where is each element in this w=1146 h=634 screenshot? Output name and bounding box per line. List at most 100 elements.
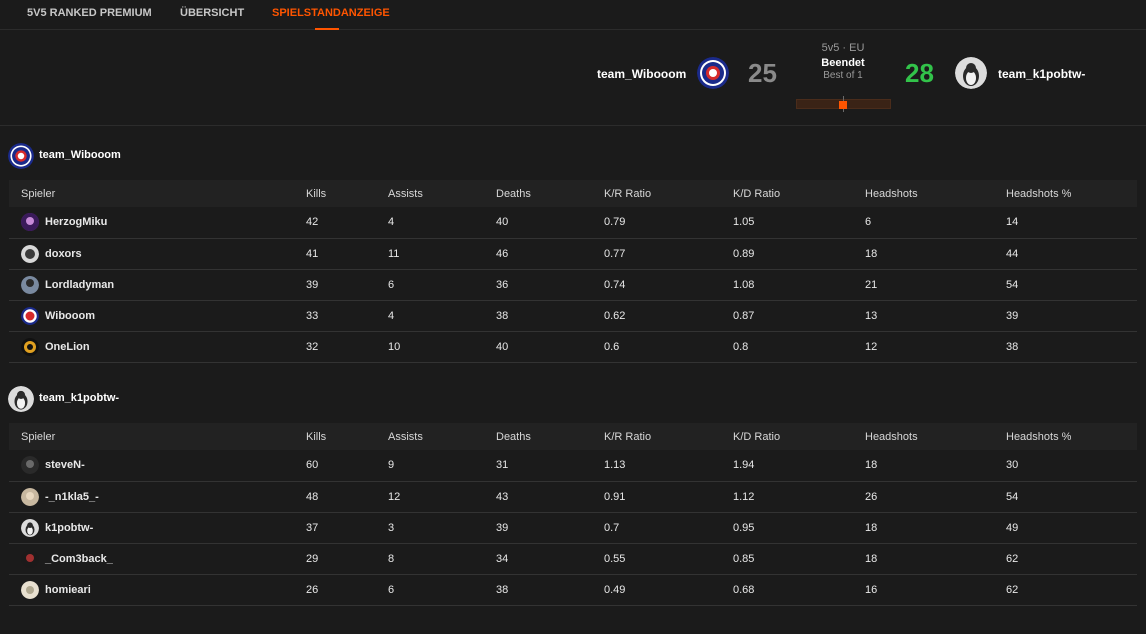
stat-headshots-pct: 62 (1006, 574, 1137, 606)
stat-deaths: 34 (496, 543, 604, 575)
player-name: -_n1kla5_- (45, 490, 99, 503)
column-header-deaths[interactable]: Deaths (496, 423, 604, 450)
player-avatar (21, 549, 39, 568)
column-header-assists[interactable]: Assists (388, 423, 496, 450)
tab-5v5-ranked-premium[interactable]: 5V5 RANKED PREMIUM (27, 0, 152, 30)
stat-headshots: 21 (865, 269, 1006, 301)
stat-deaths: 36 (496, 269, 604, 301)
player-name: homieari (45, 583, 91, 596)
progress-marker (839, 101, 847, 109)
column-header-kd-ratio[interactable]: K/D Ratio (733, 180, 865, 207)
stat-headshots: 6 (865, 207, 1006, 239)
stat-headshots-pct: 30 (1006, 450, 1137, 482)
tab-uebersicht[interactable]: ÜBERSICHT (180, 0, 244, 30)
stat-deaths: 40 (496, 207, 604, 239)
column-header-headshots[interactable]: Headshots (865, 423, 1006, 450)
match-progress-bar (796, 96, 891, 112)
table-row: -_n1kla5_- 48 12 43 0.91 1.12 26 54 (9, 481, 1137, 513)
team1-score: 25 (748, 58, 777, 88)
stat-kills: 42 (306, 207, 388, 239)
player-name: Wibooom (45, 309, 95, 322)
stat-kr-ratio: 0.77 (604, 238, 733, 270)
player-avatar (21, 580, 39, 599)
table-header-row: Spieler Kills Assists Deaths K/R Ratio K… (9, 423, 1137, 450)
stat-headshots-pct: 44 (1006, 238, 1137, 270)
player-avatar (21, 518, 39, 537)
stat-kr-ratio: 0.6 (604, 331, 733, 363)
stat-headshots: 18 (865, 450, 1006, 482)
match-format: Best of 1 (823, 70, 863, 81)
stat-headshots-pct: 54 (1006, 269, 1137, 301)
column-header-kd-ratio[interactable]: K/D Ratio (733, 423, 865, 450)
column-header-deaths[interactable]: Deaths (496, 180, 604, 207)
player-cell[interactable]: -_n1kla5_- (9, 481, 306, 513)
column-header-assists[interactable]: Assists (388, 180, 496, 207)
player-cell[interactable]: steveN- (9, 450, 306, 482)
stat-kills: 29 (306, 543, 388, 575)
column-header-spieler[interactable]: Spieler (9, 180, 306, 207)
player-avatar (21, 275, 39, 294)
match-mode: 5v5 · EU (821, 42, 865, 54)
stat-assists: 6 (388, 269, 496, 301)
tab-spielstandanzeige[interactable]: SPIELSTANDANZEIGE (272, 0, 390, 30)
player-name: doxors (45, 247, 82, 260)
table-row: HerzogMiku 42 4 40 0.79 1.05 6 14 (9, 207, 1137, 239)
stat-deaths: 31 (496, 450, 604, 482)
team1-name[interactable]: team_Wibooom (597, 67, 686, 81)
stat-kd-ratio: 1.12 (733, 481, 865, 513)
stat-headshots: 18 (865, 238, 1006, 270)
player-cell[interactable]: Lordladyman (9, 269, 306, 301)
stat-kd-ratio: 1.05 (733, 207, 865, 239)
stat-headshots-pct: 39 (1006, 300, 1137, 332)
column-header-kr-ratio[interactable]: K/R Ratio (604, 423, 733, 450)
table-row: Lordladyman 39 6 36 0.74 1.08 21 54 (9, 269, 1137, 301)
player-avatar (21, 244, 39, 263)
match-score-header: team_Wibooom 25 5v5 · EU Beendet Best of… (0, 30, 1146, 126)
stat-kd-ratio: 1.94 (733, 450, 865, 482)
column-header-kills[interactable]: Kills (306, 423, 388, 450)
player-cell[interactable]: HerzogMiku (9, 207, 306, 239)
team2-name[interactable]: team_k1pobtw- (998, 67, 1085, 81)
player-cell[interactable]: _Com3back_ (9, 543, 306, 575)
stat-headshots: 26 (865, 481, 1006, 513)
stat-assists: 3 (388, 512, 496, 544)
player-name: _Com3back_ (45, 552, 113, 565)
player-cell[interactable]: homieari (9, 574, 306, 606)
stat-deaths: 46 (496, 238, 604, 270)
table-row: homieari 26 6 38 0.49 0.68 16 62 (9, 574, 1137, 606)
stat-headshots-pct: 54 (1006, 481, 1137, 513)
player-cell[interactable]: Wibooom (9, 300, 306, 332)
top-tab-bar: 5V5 RANKED PREMIUM ÜBERSICHT SPIELSTANDA… (0, 0, 1146, 30)
stat-headshots: 18 (865, 512, 1006, 544)
column-header-headshots[interactable]: Headshots (865, 180, 1006, 207)
stat-kr-ratio: 0.7 (604, 512, 733, 544)
stat-kills: 32 (306, 331, 388, 363)
player-cell[interactable]: OneLion (9, 331, 306, 363)
stat-deaths: 38 (496, 574, 604, 606)
stat-kd-ratio: 1.08 (733, 269, 865, 301)
stat-assists: 6 (388, 574, 496, 606)
stat-kd-ratio: 0.95 (733, 512, 865, 544)
stat-headshots-pct: 38 (1006, 331, 1137, 363)
column-header-spieler[interactable]: Spieler (9, 423, 306, 450)
column-header-kr-ratio[interactable]: K/R Ratio (604, 180, 733, 207)
player-name: Lordladyman (45, 278, 115, 291)
column-header-kills[interactable]: Kills (306, 180, 388, 207)
column-header-headshots-pct[interactable]: Headshots % (1006, 423, 1137, 450)
team1-logo[interactable] (697, 57, 729, 89)
stat-kr-ratio: 0.49 (604, 574, 733, 606)
column-header-headshots-pct[interactable]: Headshots % (1006, 180, 1137, 207)
player-name: k1pobtw- (45, 521, 94, 534)
player-name: steveN- (45, 459, 85, 472)
stat-headshots-pct: 14 (1006, 207, 1137, 239)
player-name: HerzogMiku (45, 216, 108, 229)
stat-headshots-pct: 62 (1006, 543, 1137, 575)
table-row: _Com3back_ 29 8 34 0.55 0.85 18 62 (9, 543, 1137, 575)
stat-headshots: 18 (865, 543, 1006, 575)
stat-deaths: 43 (496, 481, 604, 513)
player-cell[interactable]: doxors (9, 238, 306, 270)
team2-logo[interactable] (955, 57, 987, 89)
stat-kr-ratio: 0.62 (604, 300, 733, 332)
player-cell[interactable]: k1pobtw- (9, 512, 306, 544)
team1-stats-table: Spieler Kills Assists Deaths K/R Ratio K… (9, 180, 1137, 363)
